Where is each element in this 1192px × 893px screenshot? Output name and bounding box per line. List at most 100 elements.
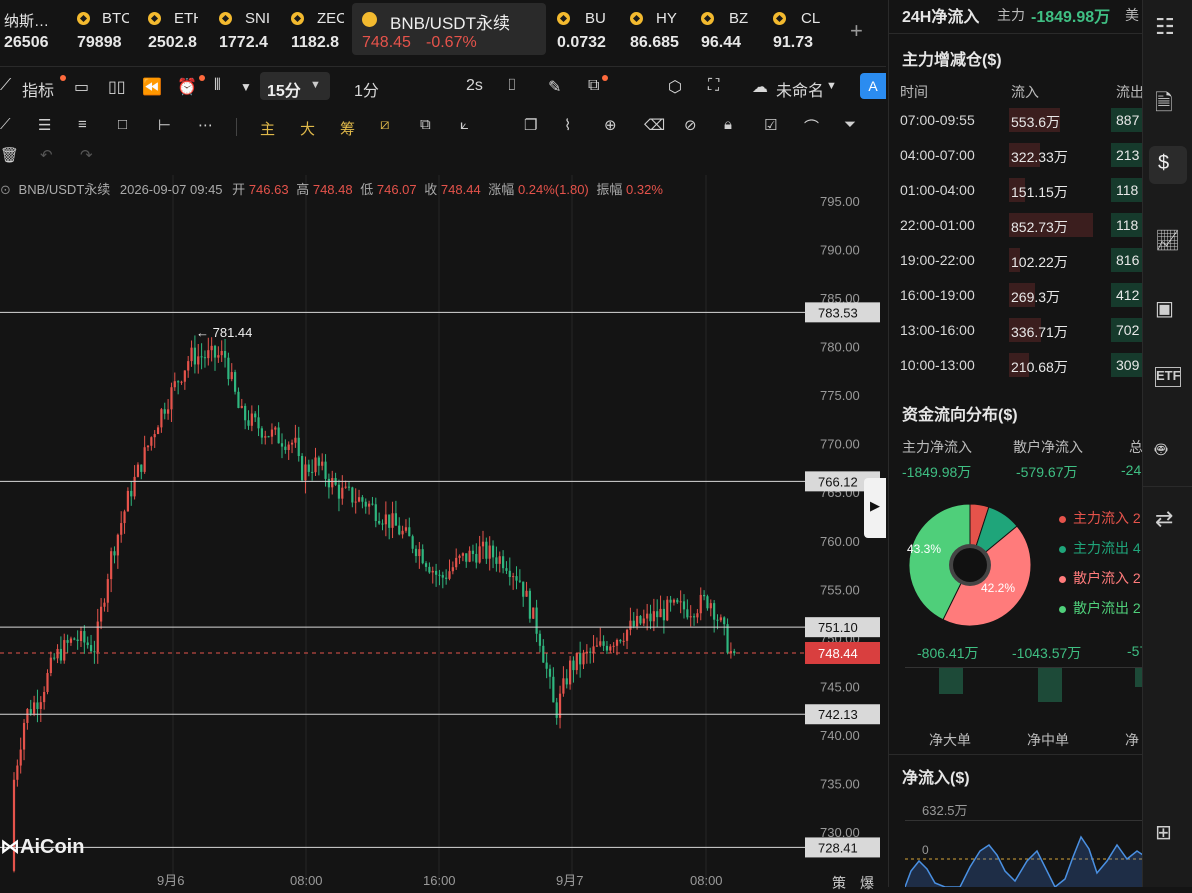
fullscreen-icon[interactable]: ⛶ bbox=[708, 77, 719, 95]
ticker-item[interactable]: SNI 1772.4 bbox=[219, 6, 271, 56]
chart-toolbar: ⟋ 指标 ▭ ▯▯ ⏪ ⏰ ⫴ ▼ 15分 ▼ 1分 2s ⌷ ✎ ⧉ ⬡ ⛶ … bbox=[0, 66, 886, 105]
candle bbox=[475, 553, 478, 563]
monitor-icon[interactable]: ▣ bbox=[1155, 296, 1181, 322]
chevron-down-icon[interactable]: ▼ bbox=[240, 80, 252, 94]
candle bbox=[297, 437, 300, 457]
indicator-icon[interactable]: ⟋ bbox=[0, 77, 11, 95]
hline-icon[interactable]: ⊢ bbox=[158, 116, 171, 134]
template-icon[interactable]: ▭ bbox=[74, 77, 89, 97]
axis-mode-button[interactable]: 策 bbox=[832, 873, 846, 893]
candle bbox=[344, 486, 347, 488]
watchlist-icon[interactable]: ☷ bbox=[1155, 14, 1181, 40]
capital-flow-tab[interactable]: $ bbox=[1149, 146, 1187, 184]
replay-icon[interactable]: ⏪ bbox=[142, 77, 162, 97]
trash-icon[interactable]: 🗑︎ bbox=[0, 146, 19, 164]
candle bbox=[388, 514, 391, 528]
add-ticker-icon[interactable]: + bbox=[850, 18, 863, 44]
trend-icon[interactable]: 📈︎ bbox=[1155, 228, 1181, 254]
signal-icon[interactable]: ⧄ bbox=[380, 116, 390, 133]
candle bbox=[150, 437, 153, 446]
ticker-item[interactable]: CL 91.73 bbox=[773, 6, 827, 56]
panel-collapse-handle[interactable]: ▶ bbox=[864, 478, 886, 538]
candle bbox=[609, 646, 612, 651]
fib-icon[interactable]: ≡ bbox=[78, 116, 87, 133]
copy-icon[interactable]: ❐ bbox=[524, 116, 537, 134]
edit-list-icon[interactable]: ☑ bbox=[764, 116, 777, 134]
document-icon[interactable]: 🗎 bbox=[1155, 86, 1181, 115]
cloud-icon[interactable]: ☁ bbox=[752, 77, 768, 97]
a-button[interactable]: A bbox=[860, 73, 886, 99]
ticker-item[interactable]: BU 0.0732 bbox=[557, 6, 609, 56]
dist-val-retail: -579.67万 bbox=[1016, 464, 1078, 480]
timeframe-select[interactable]: 15分 ▼ bbox=[260, 72, 330, 100]
zoom-in-icon[interactable]: ⊕ bbox=[604, 116, 617, 134]
eraser-icon[interactable]: ⌫ bbox=[644, 116, 665, 134]
filter-icon[interactable]: ⏷ bbox=[844, 116, 856, 133]
lock-icon[interactable]: 🔒︎ bbox=[724, 116, 732, 133]
y-tick-label: 795.00 bbox=[820, 194, 860, 209]
camera-icon[interactable]: ⌷ bbox=[507, 77, 517, 95]
candle bbox=[689, 616, 692, 618]
eye-off-icon[interactable]: ⊘ bbox=[684, 116, 697, 134]
bar-net-mid bbox=[1038, 668, 1062, 702]
big-order-button[interactable]: 大 bbox=[300, 118, 315, 139]
last-price-label: 748.44 bbox=[818, 646, 858, 661]
compare-icon[interactable]: ⧉ bbox=[420, 116, 431, 133]
chevron-down-icon[interactable]: ▼ bbox=[826, 80, 837, 92]
candle bbox=[421, 549, 424, 564]
liquidation-button[interactable]: 爆 bbox=[860, 873, 874, 893]
etf-icon[interactable]: ETF bbox=[1155, 367, 1181, 387]
refresh-rate[interactable]: 2s bbox=[466, 77, 483, 95]
y-tick-label: 760.00 bbox=[820, 534, 860, 549]
indicators-button[interactable]: 指标 bbox=[22, 77, 54, 101]
candle bbox=[632, 620, 635, 627]
measure-icon[interactable]: ⟀ bbox=[460, 116, 469, 133]
coin-icon bbox=[291, 12, 304, 25]
swap-icon[interactable]: ⇄ bbox=[1155, 506, 1181, 532]
trendline-icon[interactable]: ⟋ bbox=[0, 116, 11, 133]
candle bbox=[56, 648, 59, 659]
ticker-item[interactable]: ETH 2502.8 bbox=[148, 6, 198, 56]
main-indicator-button[interactable]: 主 bbox=[260, 118, 275, 139]
ruler-icon[interactable]: ⌇ bbox=[564, 116, 571, 134]
redo-icon[interactable]: ↷ bbox=[80, 146, 93, 164]
candle bbox=[726, 624, 729, 653]
grid-layout-icon[interactable]: ⊞ bbox=[1155, 820, 1181, 846]
collapse-icon[interactable]: ⊙ bbox=[0, 182, 11, 197]
alarm-icon[interactable]: ⏰ bbox=[177, 77, 197, 97]
chips-button[interactable]: 筹 bbox=[340, 118, 355, 139]
ticker-item[interactable]: 纳斯… 26506 bbox=[4, 6, 66, 56]
candle bbox=[304, 464, 307, 481]
candle bbox=[69, 638, 73, 643]
more-tools-icon[interactable]: ⋯ bbox=[198, 116, 213, 134]
parallel-lines-icon[interactable]: ☰ bbox=[38, 116, 51, 134]
ticker-item[interactable]: BZ 96.44 bbox=[701, 6, 753, 56]
magnet-icon[interactable]: ⌒ bbox=[804, 116, 819, 137]
candle bbox=[391, 513, 394, 528]
chart-type-icon[interactable]: ⫴ bbox=[214, 77, 221, 95]
ticker-item[interactable]: HY 86.685 bbox=[630, 6, 684, 56]
flow-table-row: 13:00-16:00 336.71万 702 bbox=[889, 318, 1143, 344]
ticker-item[interactable]: ZEC 1182.8 bbox=[291, 6, 344, 56]
candle bbox=[679, 601, 682, 603]
col-outflow: 流出 bbox=[1116, 84, 1143, 100]
layout-name-select[interactable]: 未命名 bbox=[776, 77, 824, 101]
ticker-active-tab[interactable]: BNB/USDT永续 748.45 -0.67% bbox=[352, 3, 546, 55]
ticker-item[interactable]: BTC 79898 bbox=[77, 6, 129, 56]
settings-icon[interactable]: ⬡ bbox=[668, 77, 682, 97]
row-outflow: 702 bbox=[1116, 322, 1140, 338]
candle bbox=[116, 534, 119, 556]
candlestick-chart[interactable]: 795.00790.00785.00780.00775.00770.00765.… bbox=[0, 175, 886, 887]
candle bbox=[294, 437, 297, 443]
candle bbox=[602, 641, 605, 646]
new-window-icon[interactable]: ⧉ bbox=[588, 77, 599, 95]
layout-icon[interactable]: ▯▯ bbox=[108, 77, 126, 97]
candle bbox=[488, 545, 491, 559]
bot-icon[interactable]: 🤖︎ bbox=[1155, 436, 1181, 462]
timeframe-1m-button[interactable]: 1分 bbox=[354, 77, 379, 101]
rectangle-icon[interactable]: □ bbox=[118, 116, 127, 133]
candle bbox=[357, 497, 361, 502]
pencil-icon[interactable]: ✎ bbox=[548, 77, 561, 97]
price-level-label: 766.12 bbox=[818, 474, 858, 489]
undo-icon[interactable]: ↶ bbox=[40, 146, 53, 164]
